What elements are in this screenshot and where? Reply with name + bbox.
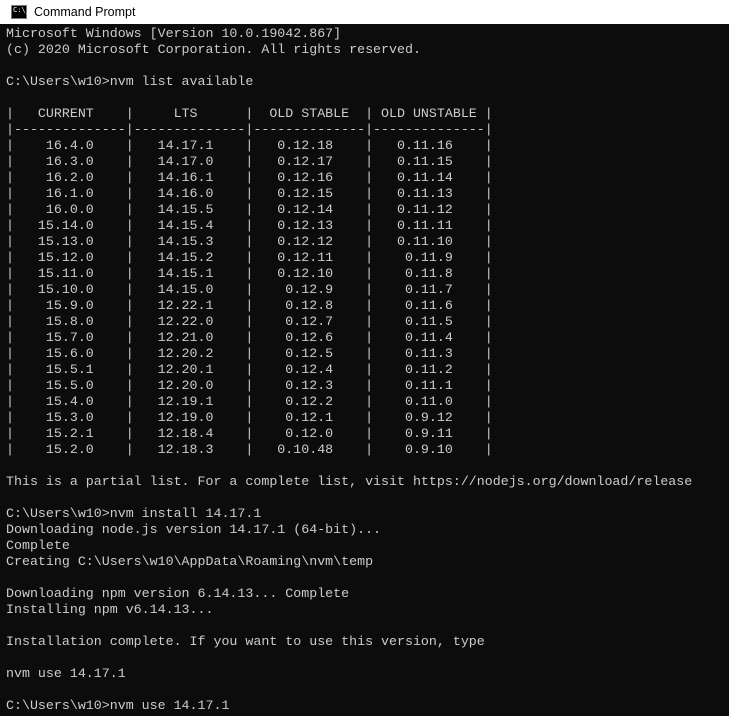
console-line: | 15.12.0 | 14.15.2 | 0.12.11 | 0.11.9 | xyxy=(6,250,493,265)
console-line: | CURRENT | LTS | OLD STABLE | OLD UNSTA… xyxy=(6,106,493,121)
console-line: Microsoft Windows [Version 10.0.19042.86… xyxy=(6,26,342,41)
command-prompt-icon-glyph: C:\_ xyxy=(13,6,30,14)
console-line: | 15.9.0 | 12.22.1 | 0.12.8 | 0.11.6 | xyxy=(6,298,493,313)
console-line: | 15.6.0 | 12.20.2 | 0.12.5 | 0.11.3 | xyxy=(6,346,493,361)
console-line: | 16.3.0 | 14.17.0 | 0.12.17 | 0.11.15 | xyxy=(6,154,493,169)
console-line: | 15.11.0 | 14.15.1 | 0.12.10 | 0.11.8 | xyxy=(6,266,493,281)
console-line: | 16.2.0 | 14.16.1 | 0.12.16 | 0.11.14 | xyxy=(6,170,493,185)
console-line: | 16.0.0 | 14.15.5 | 0.12.14 | 0.11.12 | xyxy=(6,202,493,217)
console-line: | 15.7.0 | 12.21.0 | 0.12.6 | 0.11.4 | xyxy=(6,330,493,345)
command-prompt-icon: C:\_ xyxy=(11,5,30,19)
console-line: C:\Users\w10>nvm list available xyxy=(6,74,254,89)
console-line: | 15.2.0 | 12.18.3 | 0.10.48 | 0.9.10 | xyxy=(6,442,493,457)
console-line: | 16.1.0 | 14.16.0 | 0.12.15 | 0.11.13 | xyxy=(6,186,493,201)
console-line: nvm use 14.17.1 xyxy=(6,666,126,681)
console-line: Installing npm v6.14.13... xyxy=(6,602,214,617)
console-line: C:\Users\w10>nvm install 14.17.1 xyxy=(6,506,262,521)
console-line: Installation complete. If you want to us… xyxy=(6,634,485,649)
console-line: | 15.14.0 | 14.15.4 | 0.12.13 | 0.11.11 … xyxy=(6,218,493,233)
console-line: | 15.3.0 | 12.19.0 | 0.12.1 | 0.9.12 | xyxy=(6,410,493,425)
console-line: | 15.5.0 | 12.20.0 | 0.12.3 | 0.11.1 | xyxy=(6,378,493,393)
console-line: Complete xyxy=(6,538,70,553)
command-prompt-window[interactable]: C:\_ Command Prompt Microsoft Windows [V… xyxy=(0,0,729,716)
console-line: | 15.2.1 | 12.18.4 | 0.12.0 | 0.9.11 | xyxy=(6,426,493,441)
console-line: | 15.10.0 | 14.15.0 | 0.12.9 | 0.11.7 | xyxy=(6,282,493,297)
console-line: | 15.13.0 | 14.15.3 | 0.12.12 | 0.11.10 … xyxy=(6,234,493,249)
console-line: Downloading npm version 6.14.13... Compl… xyxy=(6,586,350,601)
console-output[interactable]: Microsoft Windows [Version 10.0.19042.86… xyxy=(6,26,729,716)
console-line: |--------------|--------------|---------… xyxy=(6,122,493,137)
console-line: Downloading node.js version 14.17.1 (64-… xyxy=(6,522,382,537)
console-line: | 16.4.0 | 14.17.1 | 0.12.18 | 0.11.16 | xyxy=(6,138,493,153)
title-bar[interactable]: C:\_ Command Prompt xyxy=(0,0,729,24)
console-line: Creating C:\Users\w10\AppData\Roaming\nv… xyxy=(6,554,374,569)
console-line: C:\Users\w10>nvm use 14.17.1 xyxy=(6,698,230,713)
console-line: | 15.4.0 | 12.19.1 | 0.12.2 | 0.11.0 | xyxy=(6,394,493,409)
console-line: | 15.8.0 | 12.22.0 | 0.12.7 | 0.11.5 | xyxy=(6,314,493,329)
console-line: (c) 2020 Microsoft Corporation. All righ… xyxy=(6,42,421,57)
window-title: Command Prompt xyxy=(34,5,136,19)
console-line: | 15.5.1 | 12.20.1 | 0.12.4 | 0.11.2 | xyxy=(6,362,493,377)
console-line: This is a partial list. For a complete l… xyxy=(6,474,693,489)
